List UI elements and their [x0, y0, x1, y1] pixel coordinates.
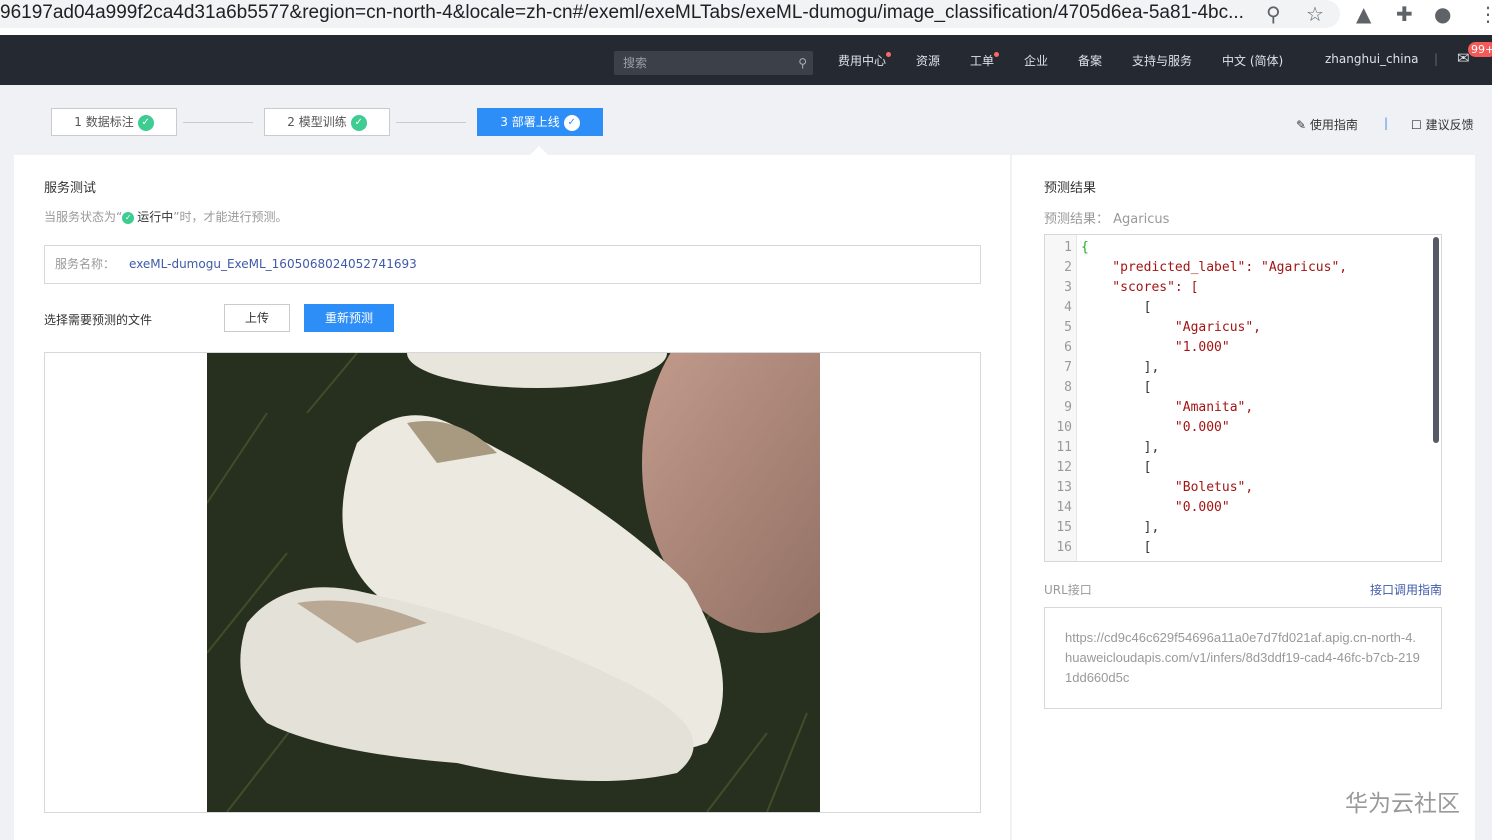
code-text: "1.000" [1081, 340, 1230, 355]
line-number: 7 [1045, 358, 1072, 378]
code-line: 10 "0.000" [1045, 418, 1425, 438]
code-text: [ [1081, 460, 1151, 475]
nav-billing[interactable]: 费用中心 [838, 52, 886, 69]
step-data-labeling[interactable]: 1 数据标注✓ [51, 108, 177, 136]
nav-tickets[interactable]: 工单 [970, 52, 994, 69]
code-line: 4 [ [1045, 298, 1425, 318]
address-bar[interactable]: 96197ad04a999f2ca4d31a6b5577&region=cn-n… [0, 0, 1340, 28]
feedback-link[interactable]: ☐ 建议反馈 [1411, 116, 1474, 133]
status-hint: 当服务状态为“✓运行中”时，才能进行预测。 [44, 208, 287, 225]
code-text: "Boletus", [1081, 480, 1253, 495]
code-text: { [1081, 240, 1089, 255]
check-icon: ✓ [138, 115, 154, 131]
code-text: "predicted_label": "Agaricus", [1081, 260, 1347, 275]
star-icon[interactable]: ☆ [1306, 2, 1324, 26]
api-guide-link[interactable]: 接口调用指南 [1370, 581, 1442, 598]
message-badge: 99+ [1468, 42, 1492, 57]
step-deploy[interactable]: 3 部署上线✓ [477, 108, 603, 136]
code-line: 3 "scores": [ [1045, 278, 1425, 298]
step-model-training[interactable]: 2 模型训练✓ [264, 108, 390, 136]
code-line: 11 ], [1045, 438, 1425, 458]
code-line: 16 [ [1045, 538, 1425, 558]
line-number: 10 [1045, 418, 1072, 438]
line-number: 3 [1045, 278, 1072, 298]
search-input[interactable]: 搜索⚲ [614, 51, 813, 75]
result-title: 预测结果 [1044, 177, 1096, 196]
code-line: 12 [ [1045, 458, 1425, 478]
nav-resources[interactable]: 资源 [916, 52, 940, 69]
code-line: 6 "1.000" [1045, 338, 1425, 358]
code-text: [ [1081, 300, 1151, 315]
line-number: 2 [1045, 258, 1072, 278]
step-connector [396, 122, 466, 123]
result-json-editor[interactable]: 1{2 "predicted_label": "Agaricus",3 "sco… [1044, 234, 1442, 562]
watermark: 华为云社区 [1345, 784, 1460, 818]
upload-button[interactable]: 上传 [224, 304, 290, 332]
code-line: 1{ [1045, 238, 1425, 258]
nav-language[interactable]: 中文 (简体) [1222, 52, 1283, 69]
search-icon[interactable]: ⚲ [798, 51, 807, 75]
file-label: 选择需要预测的文件 [44, 311, 152, 328]
scrollbar[interactable] [1433, 237, 1439, 443]
check-icon: ✓ [122, 212, 134, 224]
line-number: 13 [1045, 478, 1072, 498]
line-number: 9 [1045, 398, 1072, 418]
code-text: [ [1081, 540, 1151, 555]
line-number: 11 [1045, 438, 1072, 458]
line-number: 6 [1045, 338, 1072, 358]
result-summary: 预测结果： Agaricus [1044, 208, 1169, 227]
line-number: 15 [1045, 518, 1072, 538]
extensions-icon[interactable]: ✚ [1396, 2, 1413, 26]
code-line: 7 ], [1045, 358, 1425, 378]
code-line: 13 "Boletus", [1045, 478, 1425, 498]
browser-bar: 96197ad04a999f2ca4d31a6b5577&region=cn-n… [0, 0, 1492, 35]
api-url: https://cd9c46c629f54696a11a0e7d7fd021af… [1044, 607, 1442, 709]
section-title: 服务测试 [44, 177, 96, 196]
code-text: "Agaricus", [1081, 320, 1261, 335]
code-text: "scores": [ [1081, 280, 1198, 295]
line-number: 14 [1045, 498, 1072, 518]
code-text: ], [1081, 440, 1159, 455]
nav-icp[interactable]: 备案 [1078, 52, 1102, 69]
code-text: "0.000" [1081, 420, 1230, 435]
profile-icon[interactable]: ● [1434, 2, 1451, 26]
service-name-field: 服务名称：exeML-dumogu_ExeML_1605068024052741… [44, 245, 981, 284]
divider: | [1384, 116, 1388, 130]
mushroom-photo [207, 353, 820, 812]
nav-user[interactable]: zhanghui_china [1325, 52, 1419, 66]
check-icon: ✓ [564, 115, 580, 131]
line-number: 1 [1045, 238, 1072, 258]
drive-icon[interactable]: ▲ [1356, 2, 1371, 26]
code-line: 14 "0.000" [1045, 498, 1425, 518]
divider: | [1434, 52, 1438, 66]
code-line: 15 ], [1045, 518, 1425, 538]
code-text: "0.000" [1081, 500, 1230, 515]
line-number: 5 [1045, 318, 1072, 338]
code-text: ], [1081, 520, 1159, 535]
step-pointer [530, 146, 548, 155]
step-connector [183, 122, 253, 123]
zoom-icon[interactable]: ⚲ [1266, 2, 1281, 26]
line-number: 16 [1045, 538, 1072, 558]
nav-support[interactable]: 支持与服务 [1132, 52, 1192, 69]
code-line: 8 [ [1045, 378, 1425, 398]
line-number: 4 [1045, 298, 1072, 318]
menu-icon[interactable]: ⋮ [1478, 2, 1492, 26]
nav-enterprise[interactable]: 企业 [1024, 52, 1048, 69]
code-line: 9 "Amanita", [1045, 398, 1425, 418]
url-label: URL接口 [1044, 581, 1092, 598]
code-text: ], [1081, 360, 1159, 375]
image-preview [44, 352, 981, 813]
code-text: "Amanita", [1081, 400, 1253, 415]
line-number: 12 [1045, 458, 1072, 478]
check-icon: ✓ [351, 115, 367, 131]
guide-link[interactable]: ✎ 使用指南 [1296, 116, 1358, 133]
code-line: 2 "predicted_label": "Agaricus", [1045, 258, 1425, 278]
code-text: [ [1081, 380, 1151, 395]
repredict-button[interactable]: 重新预测 [304, 304, 394, 332]
code-line: 5 "Agaricus", [1045, 318, 1425, 338]
line-number: 8 [1045, 378, 1072, 398]
top-nav: 搜索⚲ 费用中心 资源 工单 企业 备案 支持与服务 中文 (简体) zhang… [0, 35, 1492, 85]
